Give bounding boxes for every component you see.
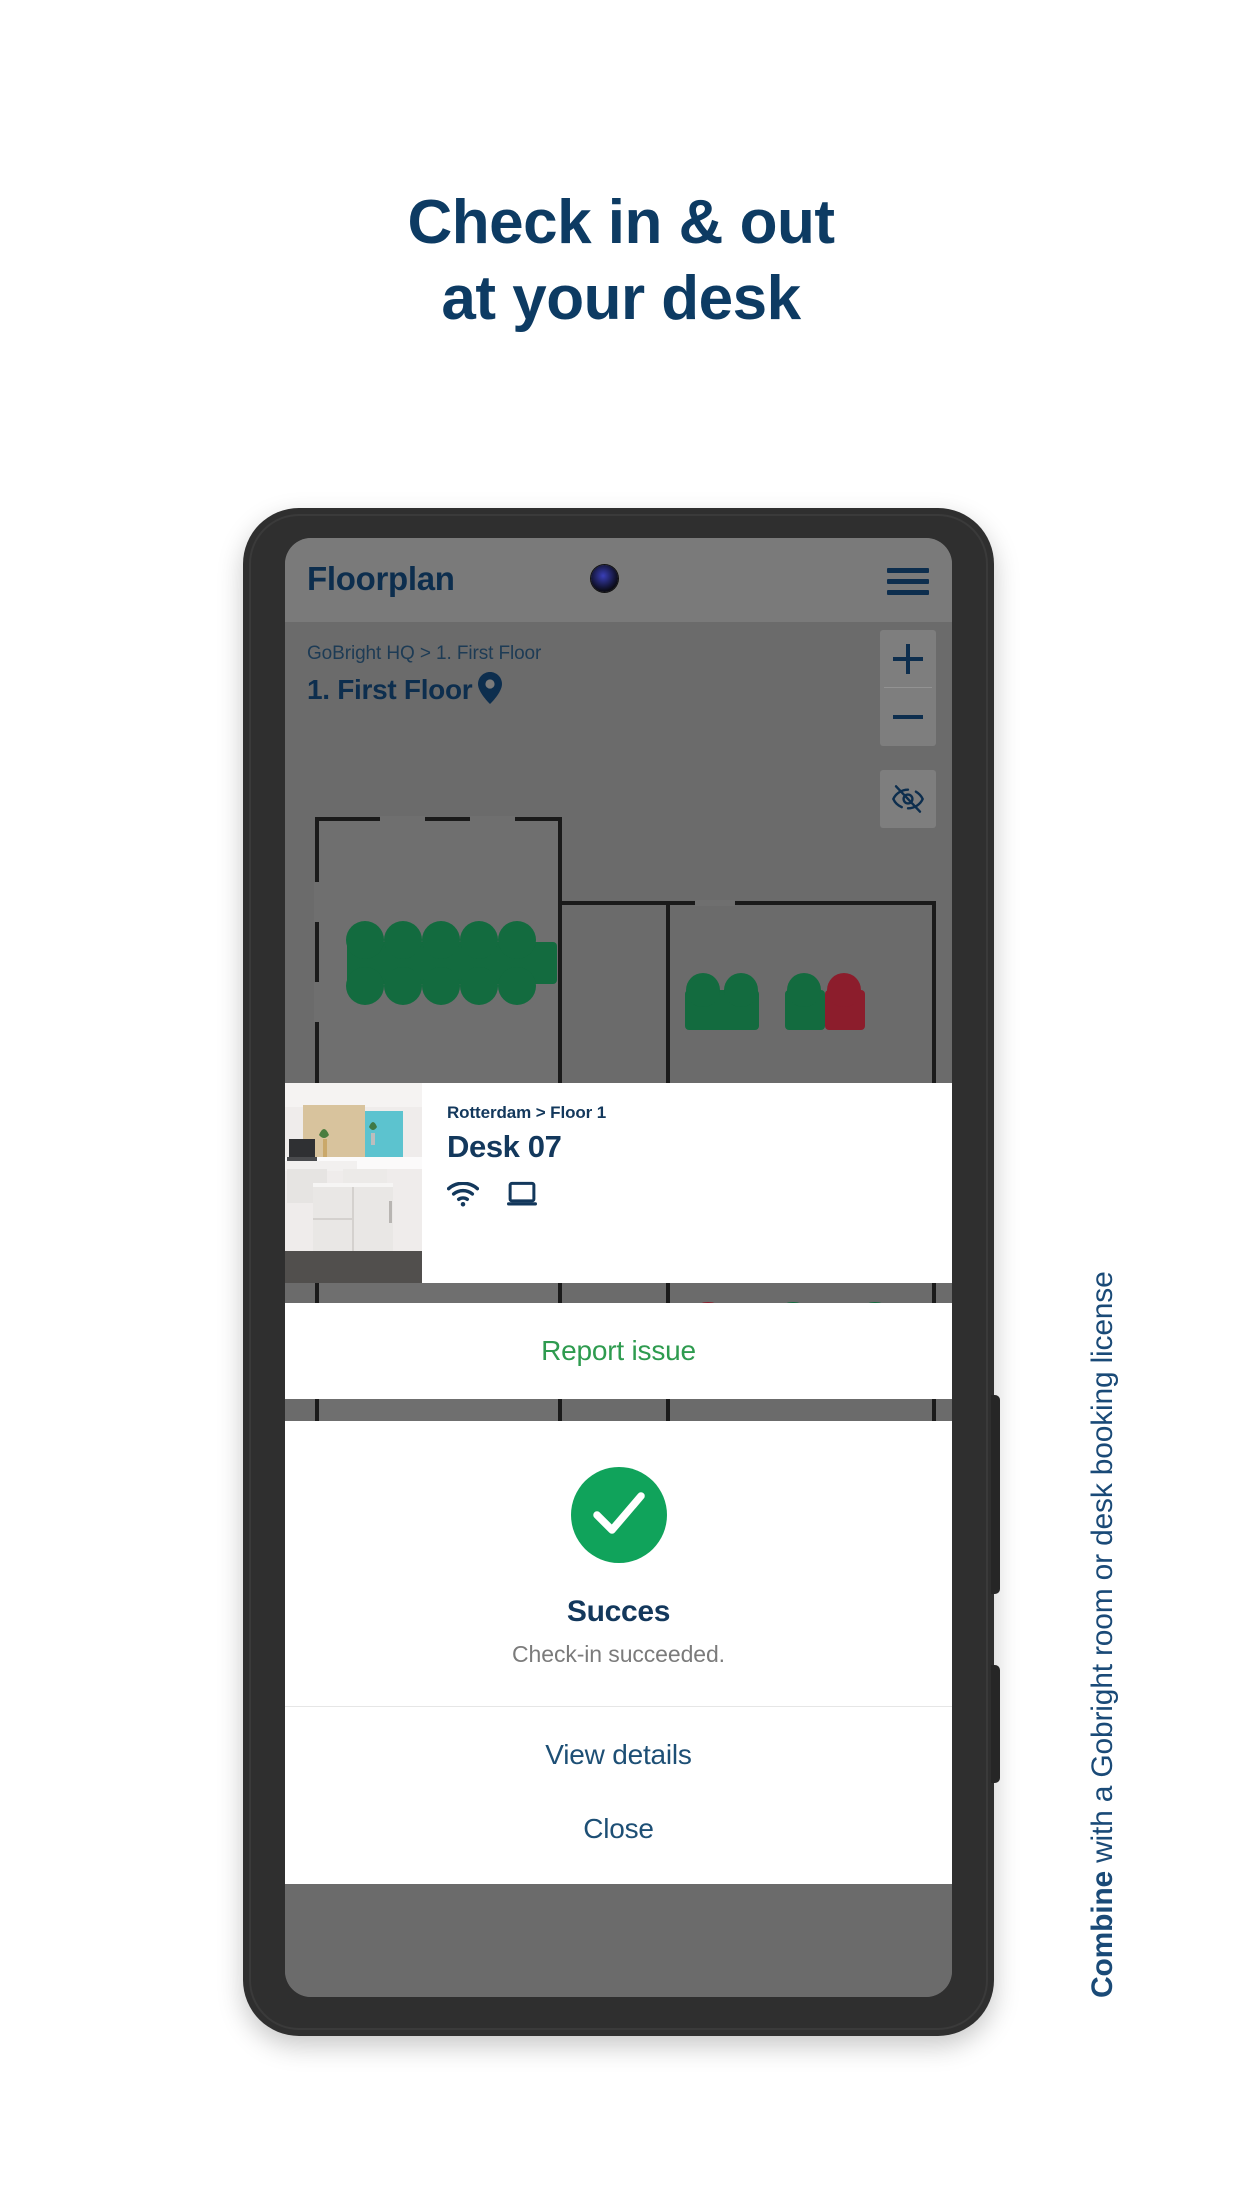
zoom-in-button[interactable] xyxy=(880,630,936,688)
zoom-controls xyxy=(880,630,936,746)
success-dialog-body: Succes Check-in succeeded. xyxy=(285,1421,952,1706)
eye-off-icon-wrap xyxy=(880,770,936,828)
app-bar: Floorplan xyxy=(285,538,952,622)
license-caption-bold: Combine xyxy=(1086,1871,1119,1998)
eye-off-icon xyxy=(892,785,924,813)
desk-photo-illustration xyxy=(285,1083,422,1283)
success-check-icon xyxy=(570,1467,667,1563)
floor-title: 1. First Floor xyxy=(307,674,473,705)
desk-photo xyxy=(285,1083,422,1283)
license-caption-rest: with a Gobright room or desk booking lic… xyxy=(1086,1271,1119,1872)
breadcrumb: GoBright HQ > 1. First Floor xyxy=(307,643,542,664)
poster-canvas: Check in & out at your desk Floorplan Go… xyxy=(0,0,1242,2208)
hide-labels-button[interactable] xyxy=(880,770,936,828)
desk-name: Desk 07 xyxy=(447,1129,562,1164)
zoom-out-button[interactable] xyxy=(880,688,936,746)
minus-icon xyxy=(893,702,923,732)
desk-breadcrumb: Rotterdam > Floor 1 xyxy=(447,1103,607,1122)
phone-power-button[interactable] xyxy=(991,1665,1000,1783)
success-title: Succes xyxy=(566,1595,671,1628)
desk-amenities xyxy=(447,1181,952,1207)
app-title: Floorplan xyxy=(307,560,455,597)
close-button[interactable]: Close xyxy=(285,1774,952,1884)
wifi-icon xyxy=(447,1181,479,1206)
report-issue-button[interactable]: Report issue xyxy=(285,1303,952,1399)
location-pin-icon[interactable] xyxy=(477,672,503,704)
success-message: Check-in succeeded. xyxy=(512,1641,725,1667)
headline-line-2: at your desk xyxy=(441,263,801,333)
page-title: Check in & out at your desk xyxy=(0,185,1242,336)
plus-icon xyxy=(893,644,923,674)
phone-screen: Floorplan GoBright HQ > 1. First Floor 1… xyxy=(285,538,952,1997)
desk-info-card[interactable]: Rotterdam > Floor 1 Desk 07 xyxy=(285,1083,952,1283)
desk-details: Rotterdam > Floor 1 Desk 07 xyxy=(422,1083,952,1283)
license-caption: Combine with a Gobright room or desk boo… xyxy=(1086,1158,1120,1998)
headline-line-1: Check in & out xyxy=(407,188,835,257)
phone-volume-button[interactable] xyxy=(991,1395,1000,1594)
success-dialog: Succes Check-in succeeded. View details xyxy=(285,1421,952,1803)
hamburger-menu-icon[interactable] xyxy=(887,568,929,596)
monitor-icon xyxy=(507,1181,537,1206)
front-camera-icon xyxy=(591,565,618,592)
